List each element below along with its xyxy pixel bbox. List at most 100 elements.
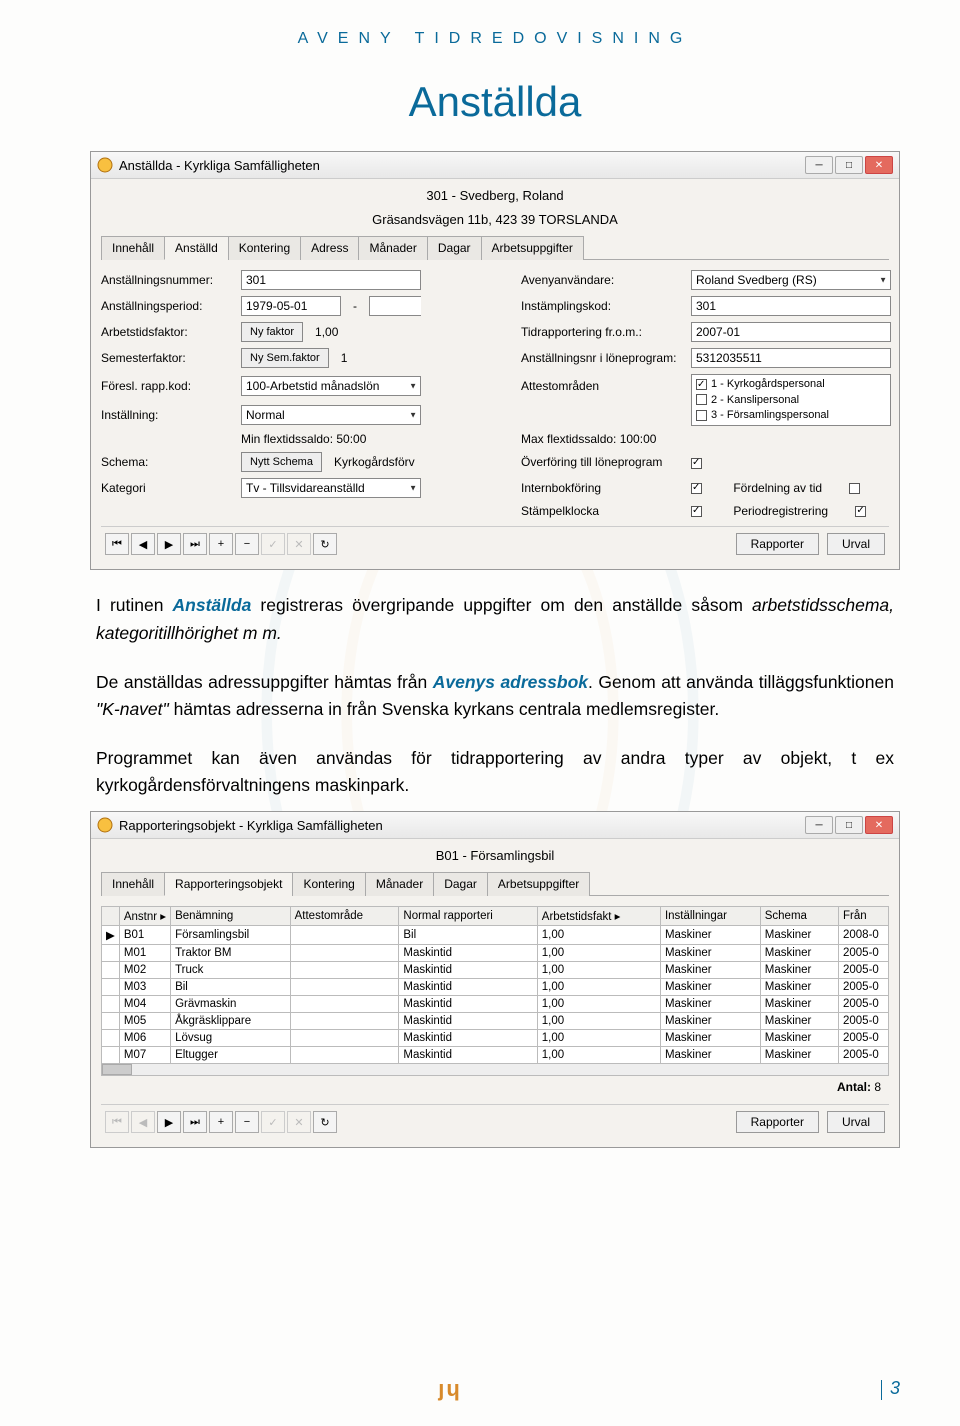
input-instampl[interactable] xyxy=(691,296,891,316)
table-row[interactable]: ▶B01FörsamlingsbilBil1,00MaskinerMaskine… xyxy=(102,926,889,945)
table-cell[interactable]: 2008-0 xyxy=(839,926,889,945)
table-cell[interactable]: Maskintid xyxy=(399,945,537,962)
nav-first[interactable]: ⏮ xyxy=(105,533,129,555)
table-cell[interactable]: 1,00 xyxy=(537,979,660,996)
table-cell[interactable]: 1,00 xyxy=(537,945,660,962)
table-cell[interactable]: 1,00 xyxy=(537,1047,660,1064)
table-cell[interactable] xyxy=(290,962,399,979)
table-cell[interactable]: 1,00 xyxy=(537,1030,660,1047)
input-kategori[interactable] xyxy=(241,478,421,498)
btn-ny-sem[interactable]: Ny Sem.faktor xyxy=(241,348,329,368)
minimize-button[interactable]: ─ xyxy=(805,156,833,174)
input-anstnr[interactable] xyxy=(241,270,421,290)
input-period-from[interactable] xyxy=(241,296,341,316)
btn-nytt-schema[interactable]: Nytt Schema xyxy=(241,452,322,472)
tab2-manader[interactable]: Månader xyxy=(365,872,434,896)
table-row[interactable]: M01Traktor BMMaskintid1,00MaskinerMaskin… xyxy=(102,945,889,962)
nav-prev[interactable]: ◀ xyxy=(131,533,155,555)
table-row[interactable]: M03BilMaskintid1,00MaskinerMaskiner2005-… xyxy=(102,979,889,996)
close-button[interactable]: ✕ xyxy=(865,156,893,174)
col-attest[interactable]: Attestområde xyxy=(290,907,399,926)
input-foresl[interactable] xyxy=(241,376,421,396)
table-cell[interactable]: 1,00 xyxy=(537,926,660,945)
table-row[interactable]: M04GrävmaskinMaskintid1,00MaskinerMaskin… xyxy=(102,996,889,1013)
table-cell[interactable]: Maskintid xyxy=(399,1013,537,1030)
check-fordelning[interactable] xyxy=(849,483,860,494)
nav-refresh[interactable]: ↻ xyxy=(313,1111,337,1133)
nav-remove[interactable]: − xyxy=(235,533,259,555)
table-cell[interactable]: 2005-0 xyxy=(839,996,889,1013)
table-cell[interactable]: Maskintid xyxy=(399,1047,537,1064)
check-stampel[interactable] xyxy=(691,506,702,517)
tab2-dagar[interactable]: Dagar xyxy=(433,872,488,896)
titlebar[interactable]: Anställda - Kyrkliga Samfälligheten ─ □ … xyxy=(91,152,899,179)
tab2-kontering[interactable]: Kontering xyxy=(292,872,365,896)
btn-rapporter-2[interactable]: Rapporter xyxy=(736,1111,819,1133)
table-cell[interactable]: Maskiner xyxy=(760,1013,838,1030)
input-install[interactable] xyxy=(241,405,421,425)
table-cell[interactable] xyxy=(290,926,399,945)
col-fran[interactable]: Från xyxy=(839,907,889,926)
table-cell[interactable]: Maskiner xyxy=(760,979,838,996)
table-cell[interactable]: Maskintid xyxy=(399,996,537,1013)
table-cell[interactable]: Maskiner xyxy=(760,1047,838,1064)
table-cell[interactable] xyxy=(290,979,399,996)
table-cell[interactable] xyxy=(290,1013,399,1030)
table-row[interactable]: M02TruckMaskintid1,00MaskinerMaskiner200… xyxy=(102,962,889,979)
tab-dagar[interactable]: Dagar xyxy=(427,236,482,260)
table-cell[interactable]: Församlingsbil xyxy=(171,926,291,945)
tab-anstalld[interactable]: Anställd xyxy=(164,236,229,260)
table-cell[interactable]: B01 xyxy=(119,926,170,945)
table-row[interactable]: M05ÅkgräsklippareMaskintid1,00MaskinerMa… xyxy=(102,1013,889,1030)
table-cell[interactable]: Maskintid xyxy=(399,962,537,979)
col-anstnr[interactable]: Anstnr ▸ xyxy=(119,907,170,926)
horizontal-scrollbar[interactable] xyxy=(101,1064,889,1076)
input-period-to[interactable] xyxy=(369,296,421,316)
table-cell[interactable]: Maskiner xyxy=(760,962,838,979)
table-cell[interactable] xyxy=(290,1047,399,1064)
table-cell[interactable]: Maskiner xyxy=(660,926,760,945)
table-cell[interactable]: Maskiner xyxy=(760,945,838,962)
input-tidrapp[interactable] xyxy=(691,322,891,342)
check-internbok[interactable] xyxy=(691,483,702,494)
table-cell[interactable]: M02 xyxy=(119,962,170,979)
col-arbfakt[interactable]: Arbetstidsfakt ▸ xyxy=(537,907,660,926)
table-cell[interactable]: Maskiner xyxy=(660,945,760,962)
close-button[interactable]: ✕ xyxy=(865,816,893,834)
btn-ny-faktor[interactable]: Ny faktor xyxy=(241,322,303,342)
table-cell[interactable]: Maskintid xyxy=(399,979,537,996)
tab-manader[interactable]: Månader xyxy=(358,236,427,260)
btn-urval-2[interactable]: Urval xyxy=(827,1111,885,1133)
table-row[interactable]: M07EltuggerMaskintid1,00MaskinerMaskiner… xyxy=(102,1047,889,1064)
tab-kontering[interactable]: Kontering xyxy=(228,236,301,260)
table-cell[interactable]: Maskiner xyxy=(760,1030,838,1047)
nav-add[interactable]: + xyxy=(209,1111,233,1133)
btn-urval[interactable]: Urval xyxy=(827,533,885,555)
table-cell[interactable]: Truck xyxy=(171,962,291,979)
check-icon[interactable] xyxy=(696,394,707,405)
btn-rapporter[interactable]: Rapporter xyxy=(736,533,819,555)
check-icon[interactable] xyxy=(696,379,707,390)
tab-arbetsuppgifter[interactable]: Arbetsuppgifter xyxy=(481,236,584,260)
col-normal[interactable]: Normal rapporteri xyxy=(399,907,537,926)
table-cell[interactable]: M03 xyxy=(119,979,170,996)
tab2-arbetsuppgifter[interactable]: Arbetsuppgifter xyxy=(487,872,590,896)
table-cell[interactable]: 1,00 xyxy=(537,962,660,979)
table-row[interactable]: M06LövsugMaskintid1,00MaskinerMaskiner20… xyxy=(102,1030,889,1047)
table-cell[interactable]: M01 xyxy=(119,945,170,962)
check-icon[interactable] xyxy=(696,410,707,421)
table-cell[interactable]: Eltugger xyxy=(171,1047,291,1064)
table-cell[interactable]: Maskiner xyxy=(660,1013,760,1030)
tab-innehall[interactable]: Innehåll xyxy=(101,236,165,260)
table-cell[interactable]: Maskiner xyxy=(660,979,760,996)
table-cell[interactable]: 2005-0 xyxy=(839,962,889,979)
table-cell[interactable]: 1,00 xyxy=(537,996,660,1013)
table-cell[interactable]: Åkgräsklippare xyxy=(171,1013,291,1030)
table-cell[interactable]: 2005-0 xyxy=(839,1047,889,1064)
maximize-button[interactable]: □ xyxy=(835,156,863,174)
maximize-button[interactable]: □ xyxy=(835,816,863,834)
table-cell[interactable] xyxy=(290,945,399,962)
nav-last[interactable]: ⏭ xyxy=(183,1111,207,1133)
table-cell[interactable] xyxy=(290,996,399,1013)
table-cell[interactable]: Grävmaskin xyxy=(171,996,291,1013)
